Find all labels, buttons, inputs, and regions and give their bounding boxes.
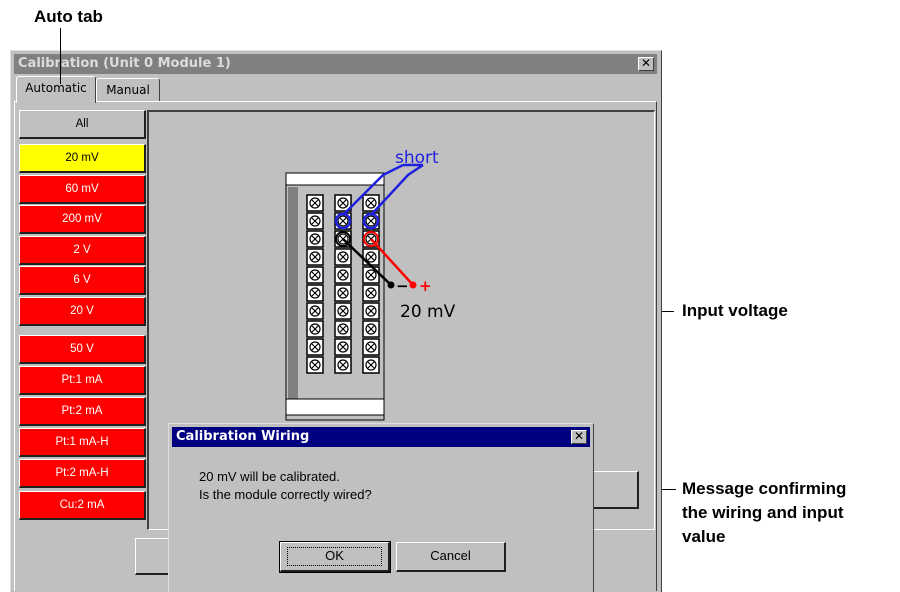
window-title: Calibration (Unit 0 Module 1)	[18, 56, 231, 71]
range-button-label: 2 V	[73, 244, 91, 256]
range-button-label: 20 V	[70, 305, 94, 317]
range-button-6v[interactable]: 6 V	[19, 266, 146, 295]
range-button-2v[interactable]: 2 V	[19, 236, 146, 265]
terminal-screw	[362, 248, 380, 266]
window-close-button[interactable]: ✕	[638, 57, 654, 71]
dialog-titlebar: Calibration Wiring ✕	[172, 427, 590, 447]
range-button-label: 50 V	[70, 343, 94, 355]
range-button-all[interactable]: All	[19, 110, 146, 139]
close-icon: ✕	[640, 56, 652, 70]
range-button-pt-2ma-h[interactable]: Pt:2 mA-H	[19, 459, 146, 488]
range-button-60mv[interactable]: 60 mV	[19, 175, 146, 204]
terminal-screw	[306, 284, 324, 302]
range-button-20mv[interactable]: 20 mV	[19, 144, 146, 173]
calibration-wiring-dialog: Calibration Wiring ✕ 20 mV will be calib…	[168, 423, 594, 592]
message-callout-line1: Message confirming	[682, 479, 847, 498]
range-button-label: 60 mV	[65, 183, 99, 195]
tab-manual-label: Manual	[106, 83, 150, 97]
close-icon: ✕	[573, 429, 585, 443]
positive-label: +	[419, 277, 432, 295]
terminal-screw	[306, 194, 324, 212]
terminal-screw	[362, 356, 380, 374]
terminal-screw	[334, 248, 352, 266]
terminal-screw	[334, 266, 352, 284]
terminal-screw	[306, 212, 324, 230]
range-button-label: All	[75, 118, 89, 130]
range-button-label: 200 mV	[62, 213, 102, 225]
cancel-button-label: Cancel	[430, 548, 471, 563]
range-button-label: Pt:1 mA	[61, 374, 103, 386]
range-button-label: Pt:1 mA-H	[55, 436, 109, 448]
range-button-cu-2ma[interactable]: Cu:2 mA	[19, 491, 146, 520]
terminal-block-base	[285, 398, 385, 416]
terminal-screw	[306, 356, 324, 374]
range-button-20v[interactable]: 20 V	[19, 297, 146, 326]
message-callout-line3: value	[682, 527, 726, 546]
terminal-screw	[306, 266, 324, 284]
terminal-screw	[334, 284, 352, 302]
terminal-screw	[306, 230, 324, 248]
focus-rect	[287, 547, 382, 566]
tab-automatic-label: Automatic	[25, 81, 87, 95]
dialog-message-line2: Is the module correctly wired?	[199, 487, 372, 502]
terminal-screw	[362, 302, 380, 320]
terminal-screw	[362, 338, 380, 356]
range-button-pt-2ma[interactable]: Pt:2 mA	[19, 397, 146, 426]
terminal-screw	[306, 302, 324, 320]
terminal-screw	[334, 356, 352, 374]
dialog-message-line1: 20 mV will be calibrated.	[199, 469, 340, 484]
range-button-label: Pt:2 mA-H	[55, 467, 109, 479]
range-button-200mv[interactable]: 200 mV	[19, 205, 146, 234]
terminal-screw	[306, 338, 324, 356]
terminal-block-diagram: short − + 20 mV	[285, 148, 456, 421]
range-button-label: Cu:2 mA	[59, 499, 105, 511]
ok-button[interactable]: OK	[279, 541, 391, 573]
range-button-label: 20 mV	[65, 152, 99, 164]
range-button-label: 6 V	[73, 274, 91, 286]
range-button-pt-1ma-h[interactable]: Pt:1 mA-H	[19, 428, 146, 457]
cancel-button[interactable]: Cancel	[396, 542, 506, 572]
terminal-screw	[306, 320, 324, 338]
terminal-screw	[362, 266, 380, 284]
terminal-screw	[362, 284, 380, 302]
terminal-block-top	[285, 172, 385, 186]
input-voltage-value: 20 mV	[400, 302, 456, 322]
terminal-screw	[334, 338, 352, 356]
window-titlebar: Calibration (Unit 0 Module 1) ✕	[14, 54, 657, 74]
tab-automatic[interactable]: Automatic	[16, 76, 96, 103]
terminal-screw	[306, 248, 324, 266]
auto-tab-leader	[60, 28, 61, 84]
terminal-screw	[362, 320, 380, 338]
auto-tab-callout: Auto tab	[34, 7, 103, 26]
dialog-close-button[interactable]: ✕	[571, 430, 587, 444]
range-button-50v[interactable]: 50 V	[19, 335, 146, 364]
dialog-title: Calibration Wiring	[176, 429, 310, 444]
input-voltage-callout: Input voltage	[682, 301, 788, 320]
short-label: short	[395, 148, 439, 168]
range-button-label: Pt:2 mA	[61, 405, 103, 417]
message-callout-line2: the wiring and input	[682, 503, 844, 522]
terminal-screw	[334, 320, 352, 338]
terminal-screw	[334, 302, 352, 320]
tab-manual[interactable]: Manual	[96, 78, 160, 102]
terminal-block-rail	[288, 187, 298, 399]
range-button-pt-1ma[interactable]: Pt:1 mA	[19, 366, 146, 395]
